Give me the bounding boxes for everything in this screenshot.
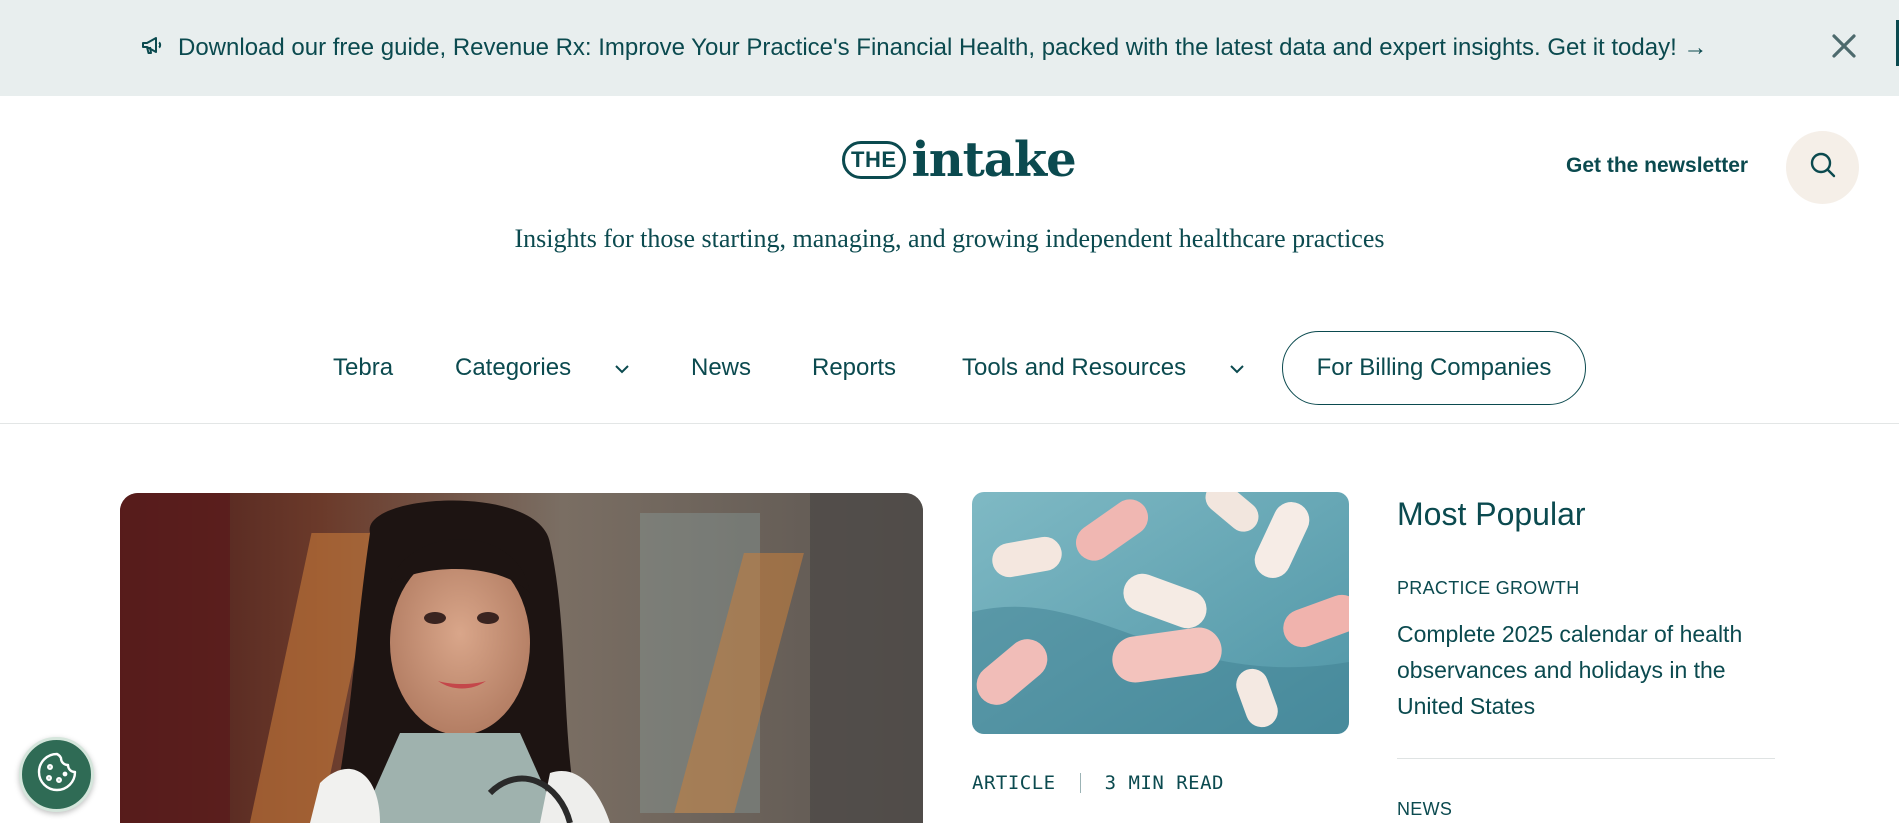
popular-article-headline[interactable]: Complete 2025 calendar of health observa…: [1397, 616, 1787, 724]
main-nav: Tebra Categories News Reports Tools and …: [0, 331, 1899, 406]
popular-category-tag[interactable]: NEWS: [1397, 799, 1452, 820]
header-divider: [0, 423, 1899, 424]
close-icon[interactable]: [1826, 28, 1862, 64]
article-read-time: 3 MIN READ: [1104, 772, 1224, 794]
banner-text: Download our free guide, Revenue Rx: Imp…: [178, 33, 1708, 61]
most-popular-heading: Most Popular: [1397, 496, 1586, 532]
site-logo[interactable]: THE intake: [842, 132, 1077, 188]
popular-category-tag[interactable]: PRACTICE GROWTH: [1397, 578, 1580, 599]
article-type: ARTICLE: [972, 772, 1056, 794]
popular-divider: [1397, 758, 1775, 759]
billing-companies-button[interactable]: For Billing Companies: [1282, 331, 1586, 405]
nav-item-tebra[interactable]: Tebra: [333, 354, 393, 382]
meta-divider: [1079, 773, 1081, 793]
announcement-banner: Download our free guide, Revenue Rx: Imp…: [0, 0, 1899, 96]
article-meta: ARTICLE 3 MIN READ: [972, 772, 1224, 794]
cookie-settings-button[interactable]: [19, 737, 94, 812]
megaphone-icon: [140, 33, 164, 62]
site-tagline: Insights for those starting, managing, a…: [514, 224, 1385, 253]
banner-link[interactable]: Download our free guide, Revenue Rx: Imp…: [140, 33, 1707, 62]
article-thumbnail-image[interactable]: [972, 492, 1349, 734]
nav-item-categories[interactable]: Categories: [455, 354, 571, 382]
nav-item-news[interactable]: News: [691, 354, 751, 382]
logo-word: intake: [911, 132, 1077, 188]
nav-item-reports[interactable]: Reports: [812, 354, 896, 382]
logo-prefix: THE: [842, 141, 906, 179]
featured-article-image[interactable]: [120, 493, 923, 823]
newsletter-link[interactable]: Get the newsletter: [1566, 154, 1748, 178]
chevron-down-icon[interactable]: [614, 361, 630, 379]
search-button[interactable]: [1786, 131, 1859, 204]
nav-item-tools-and-resources[interactable]: Tools and Resources: [962, 354, 1186, 382]
search-icon: [1809, 151, 1837, 184]
chevron-down-icon[interactable]: [1229, 361, 1245, 379]
cookie-icon: [35, 750, 79, 799]
